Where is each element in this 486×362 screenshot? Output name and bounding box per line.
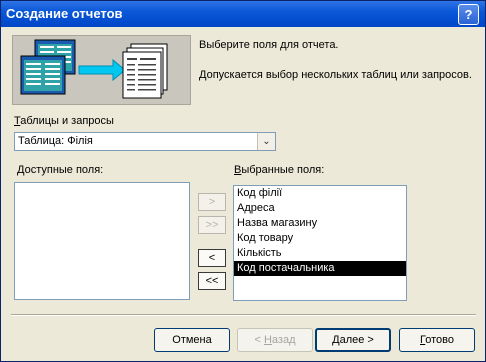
instruction-text: Выберите поля для отчета. — [199, 39, 339, 51]
available-fields-label: Доступные поля: — [17, 164, 104, 176]
list-item[interactable]: Кількість — [234, 246, 406, 261]
next-button[interactable]: Далее > — [315, 328, 391, 352]
back-button[interactable]: < Назад — [237, 328, 313, 352]
report-wizard-window: Создание отчетов ? Выберите поля для отч… — [0, 0, 486, 362]
remove-field-button[interactable]: < — [198, 249, 226, 267]
list-item[interactable]: Код товару — [234, 231, 406, 246]
tables-queries-label: Таблицы и запросы — [14, 115, 114, 127]
finish-button[interactable]: Готово — [399, 328, 475, 352]
selected-fields-label: Выбранные поля: — [234, 164, 325, 176]
window-title: Создание отчетов — [6, 6, 123, 21]
cancel-button[interactable]: Отмена — [154, 328, 230, 352]
title-bar[interactable]: Создание отчетов ? — [1, 1, 485, 27]
combobox-selected-value: Таблица: Філія — [18, 135, 93, 147]
list-item-selected[interactable]: Код постачальника — [234, 261, 406, 276]
multi-select-hint: Допускается выбор нескольких таблиц или … — [199, 69, 472, 81]
selected-fields-list[interactable]: Код філії Адреса Назва магазину Код това… — [233, 185, 407, 301]
available-fields-list[interactable] — [14, 182, 190, 300]
list-item[interactable]: Назва магазину — [234, 216, 406, 231]
add-all-fields-button[interactable]: >> — [198, 216, 226, 234]
footer-divider — [11, 314, 476, 316]
wizard-illustration — [12, 35, 191, 105]
list-item[interactable]: Код філії — [234, 186, 406, 201]
tables-to-report-icon — [20, 39, 168, 99]
list-item[interactable]: Адреса — [234, 201, 406, 216]
remove-all-fields-button[interactable]: << — [198, 272, 226, 290]
chevron-down-icon[interactable]: ⌄ — [257, 133, 275, 150]
help-button[interactable]: ? — [458, 4, 479, 25]
add-field-button[interactable]: > — [198, 193, 226, 211]
tables-queries-combobox[interactable]: Таблица: Філія ⌄ — [14, 132, 276, 151]
